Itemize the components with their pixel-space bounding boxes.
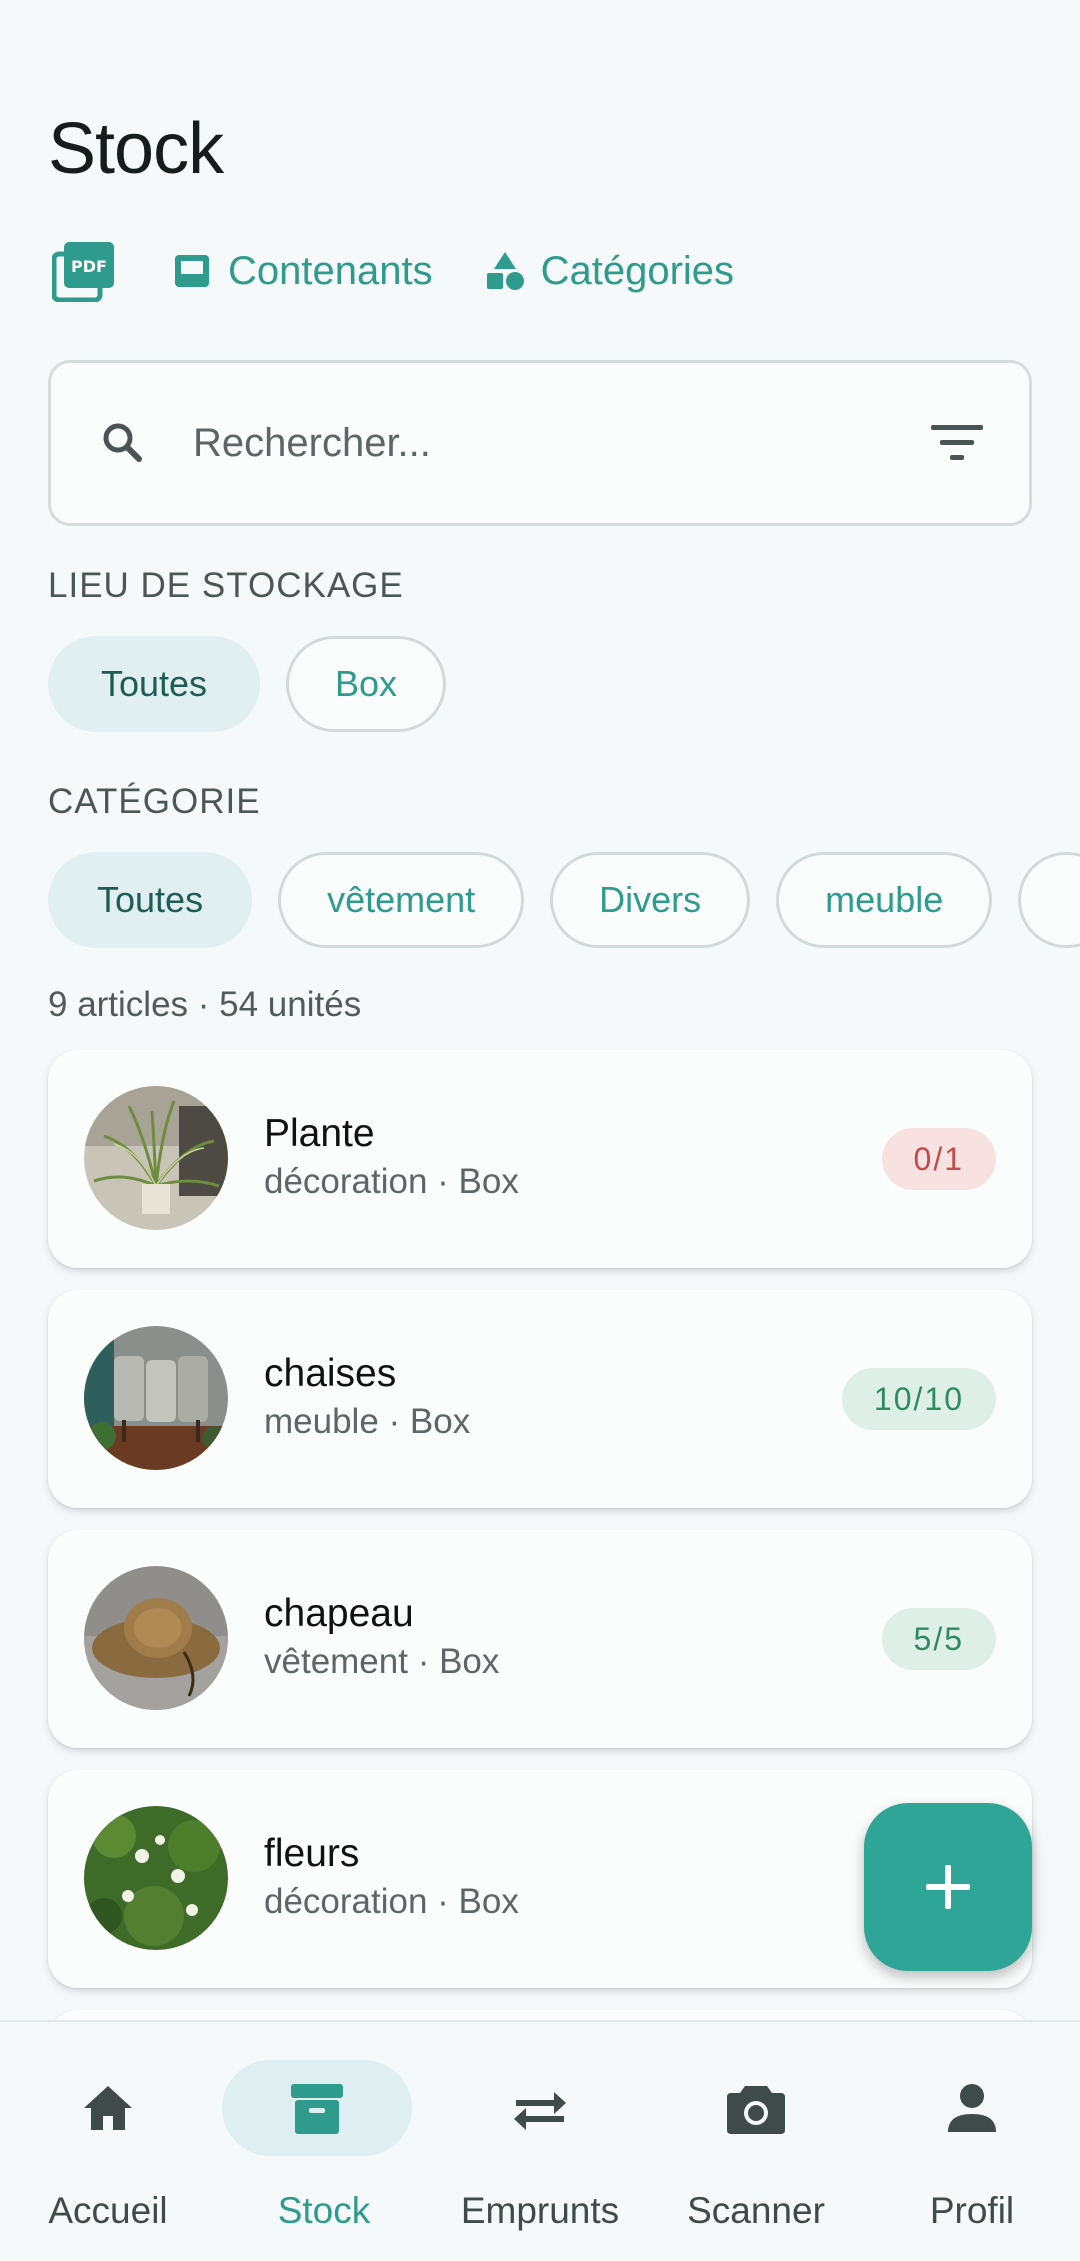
list-item[interactable]: chaises meuble · Box 10/10 xyxy=(48,1290,1032,1508)
categories-label: Catégories xyxy=(540,248,735,293)
nav-profil[interactable]: Profil xyxy=(864,2022,1080,2261)
plus-icon xyxy=(926,1865,970,1909)
containers-label: Contenants xyxy=(228,248,433,293)
search-bar xyxy=(48,360,1032,526)
category-chip-more[interactable] xyxy=(1018,852,1080,948)
search-input[interactable] xyxy=(193,420,925,466)
pdf-icon: PDF xyxy=(52,242,114,302)
pdf-export-button[interactable]: PDF xyxy=(48,236,120,306)
storage-location-chips: Toutes Box xyxy=(48,636,446,732)
item-thumbnail xyxy=(84,1326,228,1470)
items-summary: 9 articles · 54 unités xyxy=(48,985,362,1024)
storage-location-label: LIEU DE STOCKAGE xyxy=(48,566,404,605)
storage-chip-all[interactable]: Toutes xyxy=(48,636,260,732)
item-meta: décoration · Box xyxy=(264,1882,519,1921)
toolbar: PDF Contenants Catégories xyxy=(48,236,734,306)
category-chip-divers[interactable]: Divers xyxy=(550,852,751,948)
add-item-button[interactable] xyxy=(864,1803,1032,1971)
item-name: fleurs xyxy=(264,1832,360,1875)
item-meta: meuble · Box xyxy=(264,1402,471,1441)
category-chip-vetement[interactable]: vêtement xyxy=(278,852,525,948)
person-icon xyxy=(948,2084,996,2132)
bottom-navigation: Accueil Stock Emprunts Scanner Profil xyxy=(0,2020,1080,2261)
shapes-icon xyxy=(485,251,525,291)
swap-arrows-icon xyxy=(514,2092,566,2130)
nav-stock[interactable]: Stock xyxy=(216,2022,432,2261)
filter-icon[interactable] xyxy=(925,411,989,475)
nav-label: Accueil xyxy=(48,2190,168,2231)
camera-icon xyxy=(727,2086,785,2134)
item-name: Plante xyxy=(264,1112,375,1155)
item-thumbnail xyxy=(84,1086,228,1230)
category-chip-all[interactable]: Toutes xyxy=(48,852,253,948)
nav-scanner[interactable]: Scanner xyxy=(648,2022,864,2261)
home-icon xyxy=(84,2086,132,2130)
pdf-label: PDF xyxy=(71,257,107,276)
item-name: chapeau xyxy=(264,1592,414,1635)
categories-button[interactable]: Catégories xyxy=(485,249,734,294)
item-name: chaises xyxy=(264,1352,397,1395)
quantity-badge: 0/1 xyxy=(881,1128,996,1190)
archive-box-icon xyxy=(291,2084,343,2134)
inbox-tray-icon xyxy=(172,251,212,291)
list-item[interactable]: Plante décoration · Box 0/1 xyxy=(48,1050,1032,1268)
quantity-badge: 5/5 xyxy=(881,1608,996,1670)
page-title: Stock xyxy=(48,109,224,189)
quantity-badge: 10/10 xyxy=(841,1368,996,1430)
category-chips: Toutes vêtement Divers meuble xyxy=(48,852,1080,948)
containers-button[interactable]: Contenants xyxy=(172,249,433,294)
nav-emprunts[interactable]: Emprunts xyxy=(432,2022,648,2261)
search-icon xyxy=(103,423,142,462)
item-thumbnail xyxy=(84,1806,228,1950)
item-thumbnail xyxy=(84,1566,228,1710)
storage-chip-box[interactable]: Box xyxy=(286,636,446,732)
nav-label: Stock xyxy=(277,2190,371,2231)
category-label: CATÉGORIE xyxy=(48,782,261,821)
nav-label: Emprunts xyxy=(460,2190,620,2231)
nav-label: Profil xyxy=(929,2190,1015,2231)
category-chip-meuble[interactable]: meuble xyxy=(776,852,993,948)
nav-accueil[interactable]: Accueil xyxy=(0,2022,216,2261)
list-item[interactable]: chapeau vêtement · Box 5/5 xyxy=(48,1530,1032,1748)
item-meta: décoration · Box xyxy=(264,1162,519,1201)
nav-label: Scanner xyxy=(687,2190,825,2231)
item-meta: vêtement · Box xyxy=(264,1642,500,1681)
